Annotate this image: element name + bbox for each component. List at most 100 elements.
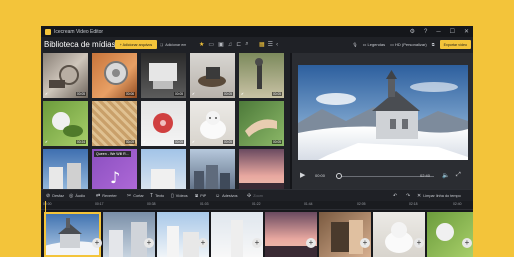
timeline-clip[interactable] [211, 212, 263, 257]
video-preview[interactable] [298, 65, 468, 160]
video-filter-icon[interactable]: ▭ [208, 41, 214, 48]
app-logo-icon [45, 28, 51, 35]
stickers-tool-label: Adesivos [222, 194, 238, 198]
ruler-mark: 02:05 [357, 202, 366, 206]
timeline-ruler[interactable]: 00:00 00:17 00:38 01:03 01:22 01:44 02:0… [41, 201, 473, 210]
play-icon[interactable]: ▶ [300, 171, 305, 179]
timeline-playhead[interactable] [45, 201, 46, 257]
music-filter-icon[interactable]: ♫ [228, 42, 233, 48]
clip-thumbnail [231, 220, 243, 257]
seek-handle[interactable] [336, 173, 342, 179]
undo-arrow-icon: ↶ [393, 193, 398, 199]
add-transition-button[interactable]: + [198, 238, 208, 248]
used-check-icon: ✔ [192, 92, 196, 96]
clip-thumbnail [44, 218, 101, 257]
media-thumbnail [194, 165, 230, 189]
sort-icon[interactable]: ⊏ [236, 41, 241, 48]
favorites-star-icon[interactable]: ★ [199, 41, 204, 48]
search-icon[interactable]: ⌕ [245, 41, 248, 48]
timeline-clip[interactable] [44, 212, 101, 257]
zoom-tool-label: Zoom [253, 194, 263, 198]
export-video-button[interactable]: Exportar vídeo [439, 40, 471, 49]
clip-thumbnail [109, 222, 147, 257]
add-transition-button[interactable]: + [414, 238, 424, 248]
title-bar: Icecream Video Editor ⚙ ? ─ ☐ ✕ [41, 26, 473, 37]
media-duration: 00:05 [272, 140, 282, 144]
audio-icon: ◎ [69, 193, 74, 199]
media-duration: 00:05 [76, 92, 86, 96]
media-tile[interactable]: ✔ 00:24 [43, 101, 88, 146]
media-duration: 00:05 [272, 92, 282, 96]
maximize-icon[interactable]: ☐ [450, 28, 455, 35]
add-from-label: Adicionar em [165, 42, 187, 47]
timeline-clip[interactable] [157, 212, 209, 257]
library-icon: ❏ [160, 42, 164, 47]
help-icon[interactable]: ? [424, 29, 427, 35]
subtitles-button[interactable]: ▭ Legendas [363, 42, 385, 47]
add-transition-button[interactable]: + [360, 238, 370, 248]
microphone-icon[interactable]: 🎙 [353, 42, 358, 47]
media-tile[interactable]: 00:05 [141, 53, 186, 98]
media-tile[interactable]: ✔ 00:05 [190, 101, 235, 146]
preview-frame [298, 65, 468, 160]
add-transition-button[interactable]: + [252, 238, 262, 248]
ruler-mark: 01:03 [200, 202, 209, 206]
text-tool-label: Texto [155, 194, 165, 198]
pip-icon: ⧈ [195, 193, 199, 199]
close-icon[interactable]: ✕ [464, 28, 469, 35]
preview-panel: ▶ 00:00 02:40 🔈 ⤢ [292, 53, 473, 189]
media-tile[interactable] [141, 149, 186, 189]
media-tile[interactable] [43, 149, 88, 189]
media-duration: 00:05 [174, 92, 184, 96]
clip-thumbnail [167, 226, 199, 257]
media-duration: 00:06 [125, 92, 135, 96]
media-tile[interactable]: ✔ 00:05 [239, 53, 284, 98]
projects-icon[interactable]: ⧉ [432, 42, 435, 47]
media-duration: 00:05 [174, 140, 184, 144]
total-time: 02:40 [420, 173, 431, 178]
minimize-icon[interactable]: ─ [436, 29, 440, 35]
ruler-mark: 00:17 [95, 202, 104, 206]
media-tile[interactable]: ✔ 00:05 [141, 101, 186, 146]
settings-icon[interactable]: ⚙ [410, 28, 415, 35]
media-tile[interactable]: 00:05 [92, 101, 137, 146]
resolution-button[interactable]: ▭ HD (Personalizar) [390, 42, 427, 47]
add-transition-button[interactable]: + [144, 238, 154, 248]
add-transition-button[interactable]: + [306, 238, 316, 248]
resolution-label: HD (Personalizar) [394, 42, 427, 47]
volume-icon[interactable]: 🔈 [442, 172, 449, 179]
timeline-clip[interactable] [373, 212, 425, 257]
list-view-icon[interactable]: ☰ [268, 41, 273, 48]
media-tile[interactable]: Queen - We Will R... ♪ [92, 149, 137, 189]
add-from-button[interactable]: ❏ Adicionar em [160, 40, 186, 49]
media-tile[interactable]: ✔ 00:05 [190, 53, 235, 98]
timeline-clip[interactable] [427, 212, 473, 257]
fullscreen-icon[interactable]: ⤢ [456, 172, 461, 179]
media-tile[interactable] [190, 149, 235, 189]
collapse-panel-icon[interactable]: ‹ [276, 42, 278, 48]
library-title: Biblioteca de mídias [44, 40, 116, 49]
media-tile[interactable]: ✔ 00:05 [43, 53, 88, 98]
ruler-mark: 02:40 [453, 202, 462, 206]
image-filter-icon[interactable]: ▣ [218, 41, 224, 48]
library-header: Biblioteca de mídias + Adicionar arquivo… [41, 37, 473, 52]
media-duration: 00:05 [125, 140, 135, 144]
clear-icon: ✕ [417, 193, 422, 199]
cut-tool-label: Cortar [133, 194, 144, 198]
app-window: Icecream Video Editor ⚙ ? ─ ☐ ✕ Bibliote… [41, 26, 473, 257]
clip-thumbnail [331, 220, 363, 254]
used-check-icon: ✔ [143, 140, 147, 144]
used-check-icon: ✔ [241, 92, 245, 96]
timeline-clip[interactable] [265, 212, 317, 257]
media-tile[interactable]: 00:05 [239, 101, 284, 146]
timeline-clip[interactable] [103, 212, 155, 257]
grid-view-icon[interactable]: ▦ [259, 41, 265, 48]
timeline-clip[interactable] [319, 212, 371, 257]
text-icon: T [150, 193, 154, 199]
add-transition-button[interactable]: + [92, 238, 102, 248]
media-tile[interactable]: 00:06 [92, 53, 137, 98]
add-media-button[interactable]: + Adicionar arquivos [115, 40, 157, 49]
timeline-track: + + + + + + + + [41, 210, 473, 257]
add-transition-button[interactable]: + [462, 238, 472, 248]
media-tile[interactable] [239, 149, 284, 189]
